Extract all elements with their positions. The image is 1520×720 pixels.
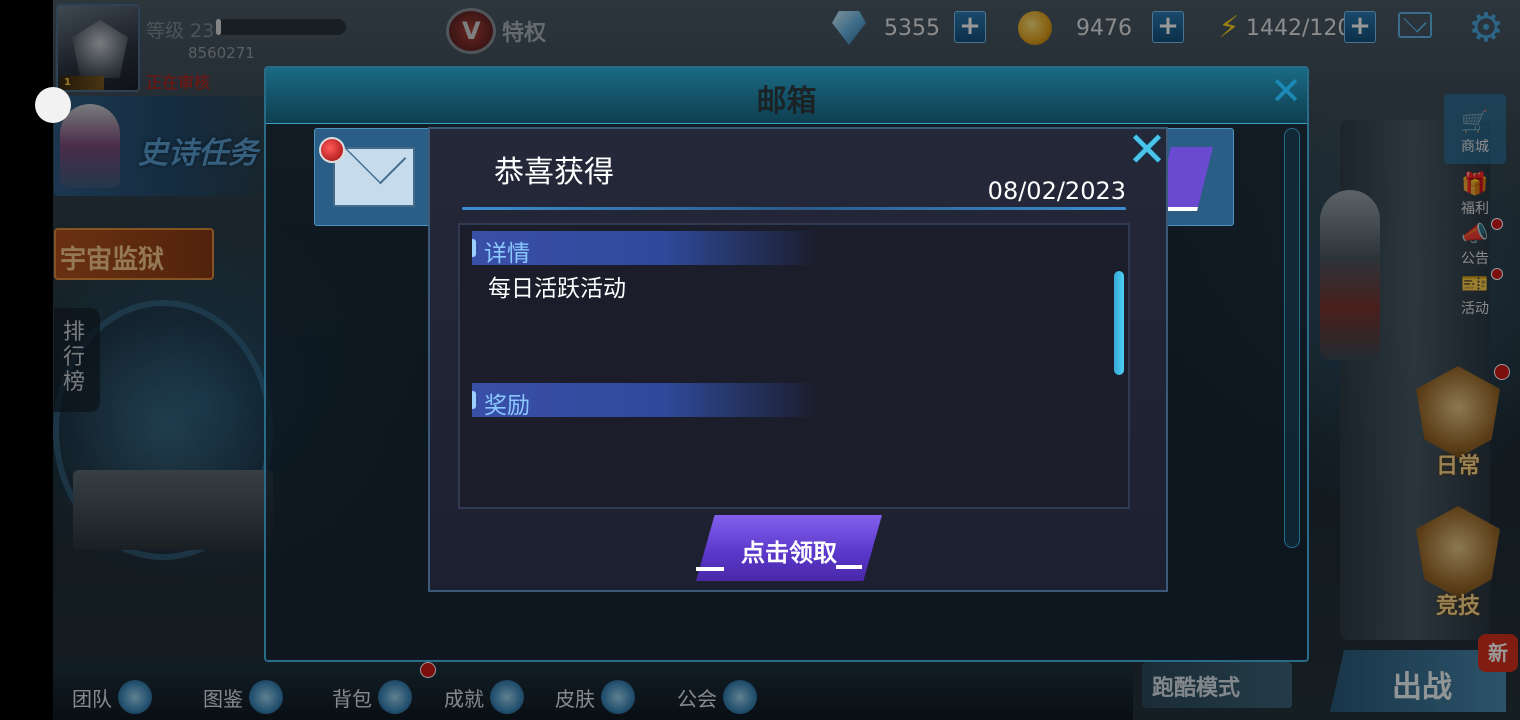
mailbox-close-icon[interactable]: ✕ <box>1268 72 1304 110</box>
title-divider <box>462 207 1126 210</box>
mailbox-title: 邮箱 <box>756 84 817 119</box>
mail-date: 08/02/2023 <box>987 177 1126 205</box>
claim-button-highlight <box>836 565 862 569</box>
claim-button-label: 点击领取 <box>741 539 837 567</box>
claim-button[interactable]: 点击领取 <box>696 515 882 581</box>
mailbox-header: 邮箱 <box>266 68 1307 124</box>
envelope-icon <box>333 147 415 207</box>
content-scrollbar[interactable] <box>1114 271 1124 375</box>
claim-button-highlight <box>696 567 724 571</box>
dialog-content-panel: 详情 每日活跃活动 奖励 <box>458 223 1130 509</box>
dialog-title: 恭喜获得 <box>494 155 614 190</box>
section-marker <box>472 239 476 257</box>
details-header-label: 详情 <box>484 241 530 267</box>
details-text: 每日活跃活动 <box>488 276 626 302</box>
rewards-section-header: 奖励 <box>472 383 820 419</box>
rewards-header-label: 奖励 <box>484 393 530 419</box>
section-marker <box>472 391 476 409</box>
mailbox-scrollbar[interactable] <box>1284 128 1300 548</box>
mail-detail-dialog: 恭喜获得 08/02/2023 ✕ 详情 每日活跃活动 奖励 点击领取 <box>428 126 1170 592</box>
floating-assist-dot[interactable] <box>35 87 71 123</box>
dialog-close-icon[interactable]: ✕ <box>1124 126 1170 175</box>
unread-dot <box>319 137 345 163</box>
details-section-header: 详情 <box>472 231 820 267</box>
